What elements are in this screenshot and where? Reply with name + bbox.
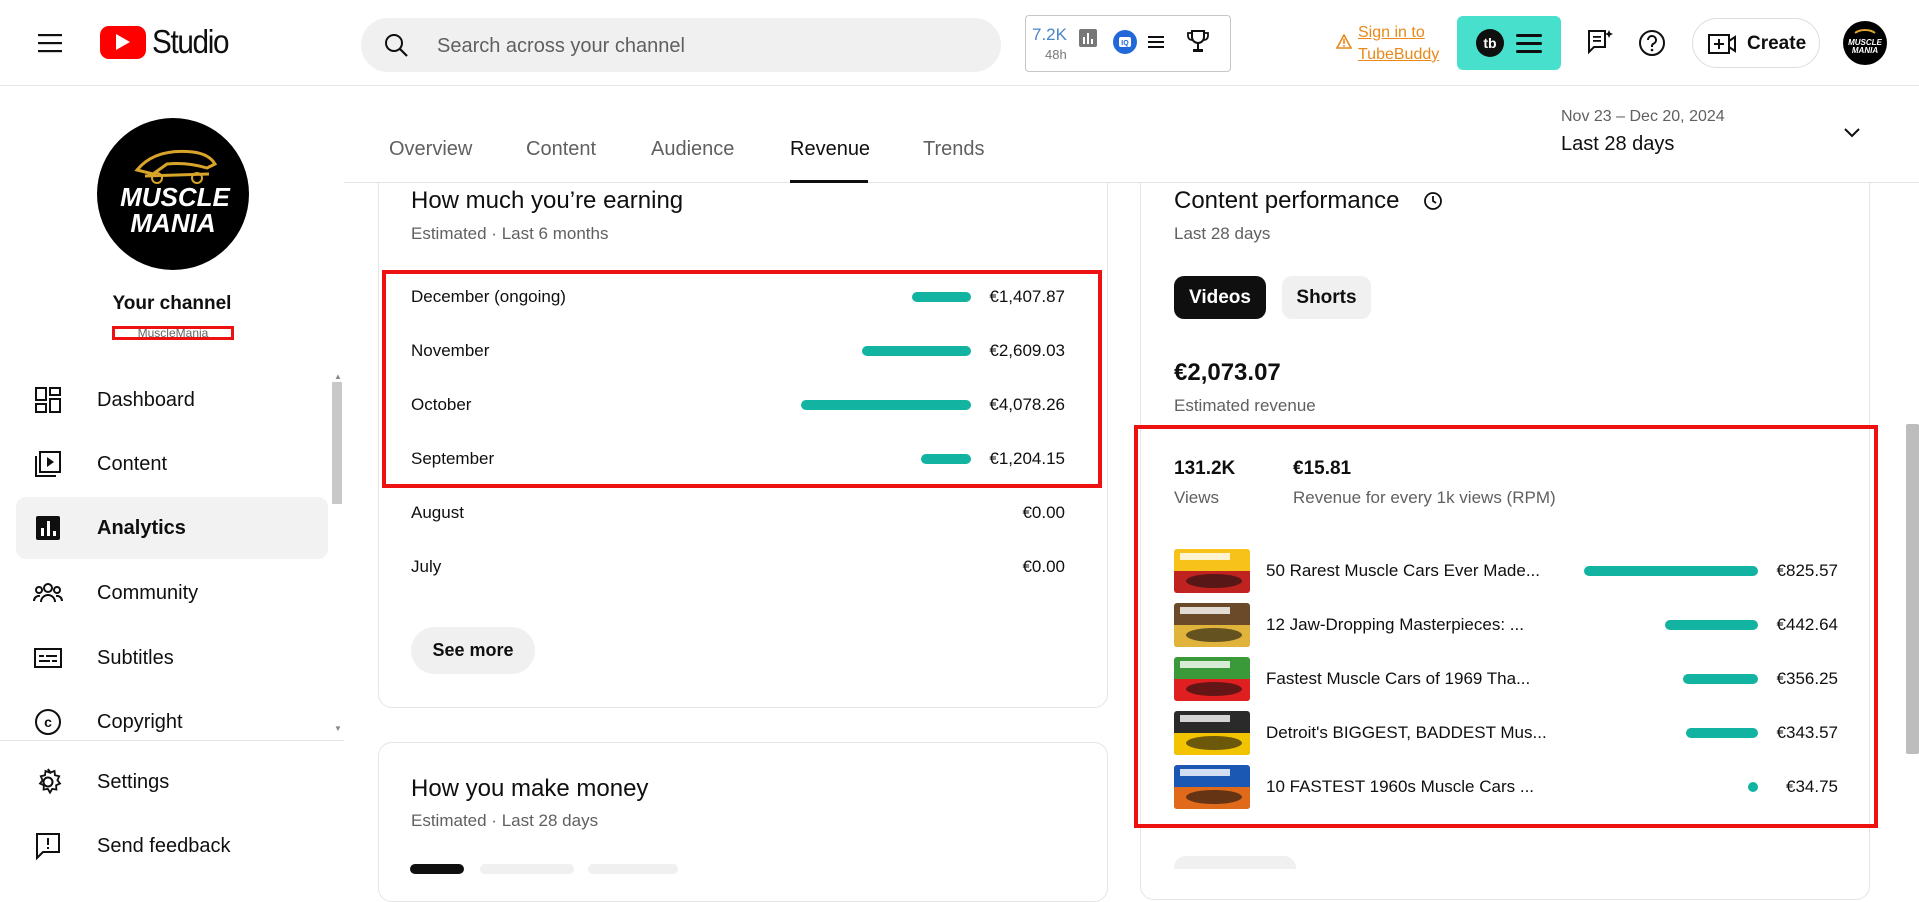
clock-icon[interactable]	[1423, 191, 1443, 211]
svg-text:MANIA: MANIA	[1852, 46, 1878, 55]
scroll-down-arrow-icon[interactable]: ▼	[334, 724, 342, 733]
sidebar-item-label: Content	[97, 452, 168, 475]
sidebar-item-community[interactable]: Community	[16, 562, 328, 624]
help-icon[interactable]	[1637, 28, 1667, 58]
ideas-icon[interactable]	[1585, 28, 1615, 58]
sidebar-item-copyright[interactable]: c Copyright	[16, 691, 328, 753]
sidebar-divider	[0, 740, 344, 741]
make-money-subtitle: Estimated · Last 28 days	[411, 811, 599, 830]
active-tab-indicator	[790, 180, 868, 183]
earning-amount: €0.00	[1022, 503, 1065, 522]
top-bar: Studio Search across your channel 7.2K 4…	[0, 0, 1919, 86]
page-scrollbar[interactable]	[1906, 424, 1919, 754]
tab-shorts[interactable]: Shorts	[1282, 276, 1371, 319]
make-money-tab-chip[interactable]	[480, 864, 574, 874]
date-range-label[interactable]: Last 28 days	[1561, 133, 1674, 156]
tubebuddy-sign-in-link[interactable]: Sign in to TubeBuddy	[1358, 22, 1439, 66]
performance-title: Content performance	[1174, 187, 1400, 214]
logo-text: Studio	[152, 23, 229, 60]
earning-row[interactable]: July €0.00	[411, 553, 1065, 583]
studio-logo[interactable]: Studio	[100, 23, 237, 61]
analytics-icon	[33, 513, 63, 543]
create-label: Create	[1747, 33, 1807, 54]
tubebuddy-button[interactable]: tb	[1457, 16, 1561, 70]
subtitles-icon	[33, 643, 63, 673]
sidebar-scrollbar[interactable]	[332, 382, 342, 504]
tab-overview[interactable]: Overview	[389, 138, 472, 161]
dashboard-icon	[33, 385, 63, 415]
svg-text:IQ: IQ	[1121, 40, 1129, 47]
sidebar-item-label: Send feedback	[97, 834, 231, 857]
sidebar-item-label: Settings	[97, 770, 170, 793]
earning-subtitle: Estimated · Last 6 months	[411, 224, 609, 243]
svg-text:tb: tb	[1483, 35, 1496, 51]
channel-label: Your channel	[112, 293, 232, 314]
make-money-tab-chip[interactable]	[410, 864, 464, 874]
svg-text:c: c	[44, 714, 52, 730]
chevron-down-icon[interactable]	[1842, 126, 1862, 140]
date-range-dates[interactable]: Nov 23 – Dec 20, 2024	[1561, 108, 1725, 126]
create-button[interactable]: Create	[1692, 18, 1820, 68]
make-money-tab-chip[interactable]	[588, 864, 678, 874]
bar-chart-icon[interactable]	[1078, 28, 1098, 48]
tubebuddy-menu-icon	[1515, 31, 1543, 55]
youtube-logo-icon	[100, 25, 146, 59]
sidebar-item-label: Community	[97, 581, 199, 604]
earning-month: July	[411, 557, 442, 576]
content-icon	[33, 449, 63, 479]
channel-handle: MuscleMania	[112, 326, 234, 340]
tab-videos[interactable]: Videos	[1174, 276, 1266, 319]
warning-icon	[1336, 34, 1352, 49]
estimated-revenue-label: Estimated revenue	[1174, 396, 1316, 415]
highlight-box	[382, 270, 1102, 488]
account-avatar[interactable]: MUSCLE MANIA	[1843, 21, 1887, 65]
feedback-icon	[33, 831, 63, 861]
sidebar-item-label: Analytics	[97, 516, 186, 539]
tab-trends[interactable]: Trends	[923, 138, 985, 161]
community-icon	[33, 578, 63, 608]
gear-icon	[33, 767, 63, 797]
sidebar-item-subtitles[interactable]: Subtitles	[16, 627, 328, 689]
make-money-title: How you make money	[411, 775, 649, 802]
tubebuddy-icon: tb	[1475, 28, 1505, 58]
sidebar-item-send-feedback[interactable]: Send feedback	[16, 815, 328, 877]
sidebar-item-settings[interactable]: Settings	[16, 751, 328, 813]
performance-subtitle: Last 28 days	[1174, 224, 1271, 243]
scroll-up-arrow-icon[interactable]: ▲	[334, 372, 342, 381]
ext-views-count: 7.2K	[1032, 25, 1067, 44]
tab-content[interactable]: Content	[526, 138, 596, 161]
tab-revenue[interactable]: Revenue	[790, 138, 870, 161]
channel-avatar[interactable]: MUSCLE MANIA	[97, 118, 249, 270]
trophy-icon[interactable]	[1186, 29, 1210, 55]
create-video-icon	[1707, 31, 1737, 57]
earning-row[interactable]: August €0.00	[411, 499, 1065, 529]
ext-period: 48h	[1045, 47, 1067, 62]
channel-logo-bottom: MANIA	[130, 208, 215, 238]
analytics-tabs: Overview Content Audience Revenue Trends…	[344, 86, 1919, 183]
sidebar-item-content[interactable]: Content	[16, 433, 328, 495]
estimated-revenue-value: €2,073.07	[1174, 359, 1281, 386]
extension-toolbar: 7.2K 48h IQ	[1025, 15, 1231, 72]
see-more-button[interactable]: See more	[411, 627, 535, 674]
highlight-box	[1134, 425, 1878, 828]
tab-audience[interactable]: Audience	[651, 138, 734, 161]
search-icon	[383, 32, 409, 58]
menu-icon[interactable]	[30, 28, 70, 58]
search-input[interactable]: Search across your channel	[437, 35, 685, 58]
sidebar-item-label: Subtitles	[97, 646, 174, 669]
sidebar-item-label: Copyright	[97, 710, 183, 733]
sidebar-item-dashboard[interactable]: Dashboard	[16, 369, 328, 431]
earning-amount: €0.00	[1022, 557, 1065, 576]
list-icon[interactable]	[1146, 32, 1166, 52]
sidebar-item-label: Dashboard	[97, 388, 195, 411]
copyright-icon: c	[33, 707, 63, 737]
search-bar[interactable]: Search across your channel	[361, 18, 1001, 72]
earning-month: August	[411, 503, 464, 522]
vidiq-icon[interactable]: IQ	[1112, 29, 1138, 55]
see-more-button[interactable]	[1174, 856, 1296, 869]
earning-title: How much you’re earning	[411, 187, 684, 214]
sidebar-item-analytics[interactable]: Analytics	[16, 497, 328, 559]
